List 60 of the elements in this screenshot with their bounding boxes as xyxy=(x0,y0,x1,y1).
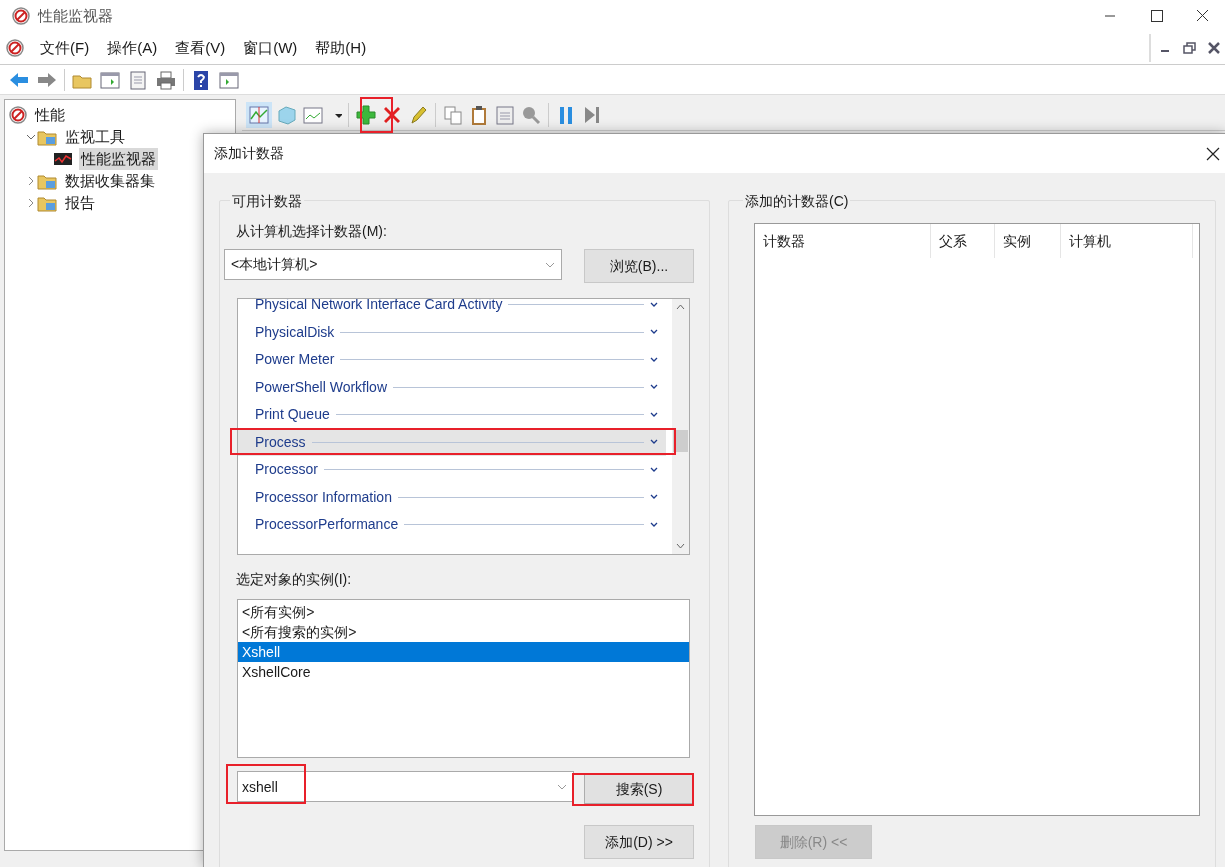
window-title: 性能监视器 xyxy=(38,5,113,26)
add-plus-icon[interactable] xyxy=(355,103,377,126)
instance-item[interactable]: Xshell xyxy=(238,642,689,662)
monitor-chart-icon xyxy=(53,151,73,167)
expand-caret-icon[interactable] xyxy=(650,301,658,308)
expand-caret-icon[interactable] xyxy=(650,494,658,501)
tree-item[interactable]: 数据收集器集 xyxy=(63,169,157,193)
close-icon[interactable] xyxy=(1205,146,1221,162)
column-header[interactable]: 计数器 xyxy=(755,224,931,258)
tree-item[interactable]: 监视工具 xyxy=(63,125,127,149)
column-header[interactable]: 实例 xyxy=(995,224,1061,258)
menu-item[interactable]: 文件(F) xyxy=(40,36,90,60)
document-icon[interactable] xyxy=(127,68,149,91)
app-logo-icon xyxy=(12,7,30,25)
counter-item[interactable]: Physical Network Interface Card Activity xyxy=(238,299,666,319)
counter-item[interactable]: PhysicalDisk xyxy=(238,318,666,346)
expand-caret-icon[interactable] xyxy=(650,466,658,473)
app-logo-icon xyxy=(9,106,27,124)
add-button[interactable]: 添加(D) >> xyxy=(584,825,694,859)
expand-caret-icon[interactable] xyxy=(650,521,658,528)
dropdown-caret-icon xyxy=(545,260,555,269)
field-label: 从计算机选择计数器(M): xyxy=(236,222,387,241)
instance-item[interactable]: <所有搜索的实例> xyxy=(238,622,689,642)
tree-item[interactable]: 性能监视器 xyxy=(79,147,158,171)
counter-item[interactable]: PowerShell Workflow xyxy=(238,373,666,401)
cube-icon[interactable] xyxy=(276,103,298,126)
group-title: 添加的计数器(C) xyxy=(743,191,851,212)
menu-item[interactable]: 帮助(H) xyxy=(315,36,367,60)
computer-dropdown[interactable]: <本地计算机> xyxy=(224,249,562,280)
dialog-title: 添加计数器 xyxy=(214,144,284,163)
dropdown-caret-icon xyxy=(557,783,567,791)
counter-item[interactable]: Processor xyxy=(238,456,666,484)
search-button[interactable]: 搜索(S) xyxy=(584,774,694,804)
tree-item[interactable]: 报告 xyxy=(63,191,97,215)
menu-item[interactable]: 窗口(W) xyxy=(243,36,298,60)
folder-icon xyxy=(37,172,57,190)
counter-item[interactable]: ProcessorPerformance xyxy=(238,511,666,539)
printer-icon[interactable] xyxy=(155,68,177,91)
expand-caret-icon[interactable] xyxy=(650,439,658,446)
column-header[interactable]: 计算机 xyxy=(1061,224,1193,258)
counter-item[interactable]: Power Meter xyxy=(238,346,666,374)
line-chart-icon[interactable] xyxy=(248,103,270,126)
annotation-box xyxy=(360,97,393,133)
folder-icon xyxy=(37,194,57,212)
instance-item[interactable]: XshellCore xyxy=(238,662,689,682)
counter-item[interactable]: Print Queue xyxy=(238,401,666,429)
tree-item[interactable]: 性能 xyxy=(33,103,67,127)
folder-icon xyxy=(37,128,57,146)
expand-caret-icon[interactable] xyxy=(650,329,658,336)
expand-caret-icon[interactable] xyxy=(650,356,658,363)
field-label: 选定对象的实例(I): xyxy=(236,570,352,589)
menu-item[interactable]: 查看(V) xyxy=(175,36,226,60)
expand-caret-icon[interactable] xyxy=(650,411,658,418)
app-logo-icon xyxy=(6,39,24,57)
menu-item[interactable]: 操作(A) xyxy=(107,36,158,60)
column-header[interactable]: 父系 xyxy=(931,224,995,258)
instance-item[interactable]: <所有实例> xyxy=(238,602,689,622)
expand-caret-icon[interactable] xyxy=(650,384,658,391)
counter-item[interactable]: Processor Information xyxy=(238,483,666,511)
browse-button[interactable]: 浏览(B)... xyxy=(584,249,694,283)
